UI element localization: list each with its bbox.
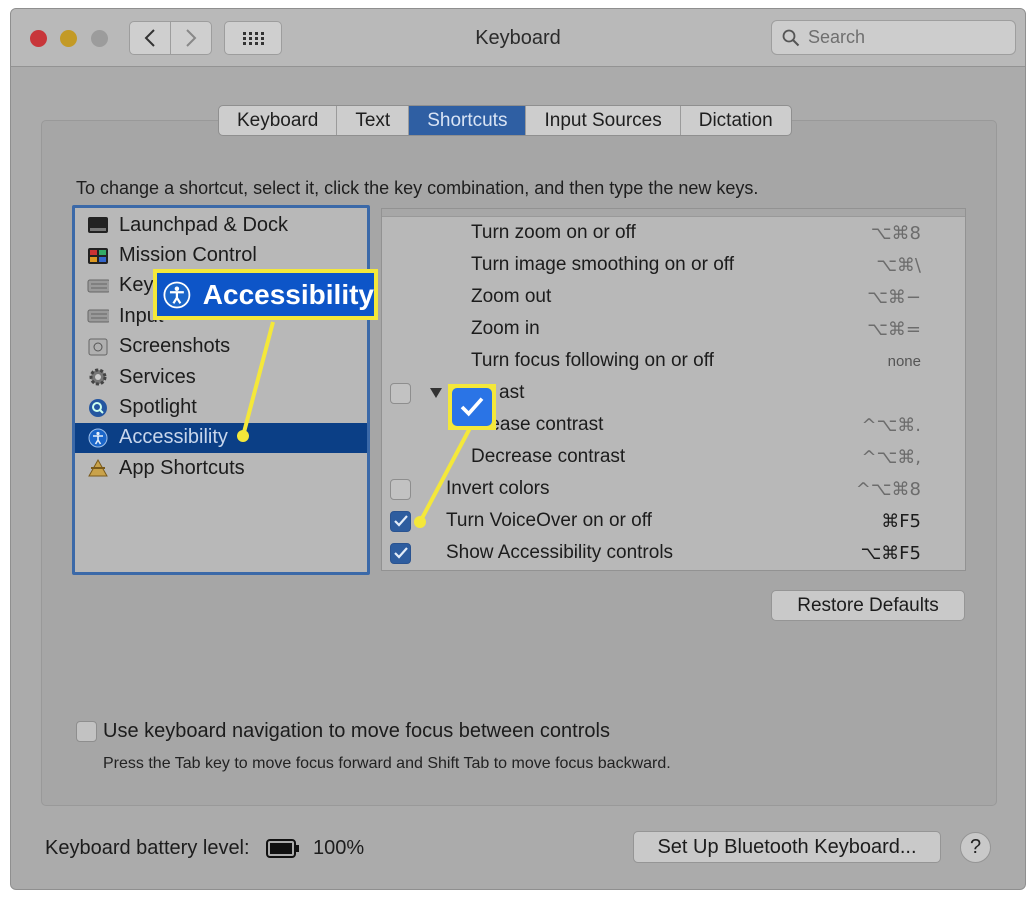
- help-button[interactable]: ?: [960, 832, 991, 863]
- restore-defaults-button[interactable]: Restore Defaults: [771, 590, 965, 621]
- tab-input-sources[interactable]: Input Sources: [526, 106, 681, 135]
- screenshots-icon: [87, 337, 109, 357]
- search-field[interactable]: [771, 20, 1016, 55]
- shortcut-row-image-smoothing[interactable]: Turn image smoothing on or off ⌥⌘\: [382, 249, 965, 281]
- shortcut-label: Turn image smoothing on or off: [471, 254, 734, 275]
- services-gear-icon: [87, 367, 109, 387]
- shortcut-row-turn-zoom[interactable]: Turn zoom on or off ⌥⌘8: [382, 217, 965, 249]
- accessibility-icon: [87, 428, 109, 448]
- shortcut-key[interactable]: ⌥⌘\: [876, 255, 921, 276]
- shortcut-key[interactable]: ⌥⌘=: [867, 319, 921, 340]
- checkbox-callout-inner: [452, 388, 492, 426]
- accessibility-callout-label: Accessibility: [202, 278, 374, 310]
- contrast-group-checkbox[interactable]: [390, 382, 411, 404]
- category-label: Services: [119, 365, 196, 388]
- battery-icon: [266, 839, 299, 858]
- category-list: Launchpad & Dock Mission Control Keyb In…: [72, 205, 370, 575]
- mission-control-icon: [87, 246, 109, 266]
- shortcut-row-invert-colors[interactable]: Invert colors ^⌥⌘8: [382, 473, 965, 505]
- shortcut-label: rease contrast: [483, 414, 604, 435]
- search-input[interactable]: [808, 27, 998, 48]
- shortcut-row-voiceover[interactable]: Turn VoiceOver on or off ⌘F5: [382, 505, 965, 537]
- invert-colors-checkbox[interactable]: [390, 478, 411, 500]
- category-item-spotlight[interactable]: Spotlight: [75, 392, 367, 422]
- shortcut-label: ast: [499, 382, 525, 403]
- category-label: Spotlight: [119, 396, 197, 419]
- tab-dictation[interactable]: Dictation: [681, 106, 791, 135]
- shortcut-row-zoom-out[interactable]: Zoom out ⌥⌘−: [382, 281, 965, 313]
- battery-level-value: 100%: [313, 837, 365, 859]
- battery-level-label: Keyboard battery level:: [45, 837, 250, 859]
- disclosure-triangle-icon[interactable]: [430, 388, 442, 398]
- shortcut-label: Turn focus following on or off: [471, 350, 714, 371]
- shortcut-label: Turn VoiceOver on or off: [446, 510, 652, 531]
- shortcut-key[interactable]: ^⌥⌘8: [856, 479, 921, 500]
- instructions-text: To change a shortcut, select it, click t…: [76, 178, 759, 198]
- shortcut-key[interactable]: none: [888, 353, 921, 370]
- tab-bar: Keyboard Text Shortcuts Input Sources Di…: [218, 105, 792, 136]
- category-item-screenshots[interactable]: Screenshots: [75, 332, 367, 362]
- checkmark-icon: [393, 547, 408, 559]
- title-bar: Keyboard: [11, 9, 1025, 67]
- shortcut-row-decrease-contrast[interactable]: Decrease contrast ^⌥⌘,: [382, 441, 965, 473]
- category-label: Mission Control: [119, 244, 257, 267]
- shortcut-label: Decrease contrast: [471, 446, 626, 467]
- tab-shortcuts[interactable]: Shortcuts: [409, 106, 527, 135]
- keyboard-navigation-checkbox[interactable]: [76, 721, 97, 742]
- launchpad-dock-icon: [87, 215, 109, 235]
- accessibility-callout-inner: Accessibility: [157, 273, 374, 316]
- shortcut-key[interactable]: ^⌥⌘.: [861, 415, 921, 436]
- spotlight-icon: [87, 398, 109, 418]
- tab-text[interactable]: Text: [337, 106, 410, 135]
- checkmark-icon: [460, 397, 484, 417]
- accessibility-icon: [163, 281, 191, 308]
- category-label: Launchpad & Dock: [119, 213, 289, 236]
- keyboard-icon: [87, 276, 109, 296]
- category-item-mission-control[interactable]: Mission Control: [75, 240, 367, 270]
- accessibility-controls-checkbox[interactable]: [390, 542, 411, 564]
- tab-keyboard[interactable]: Keyboard: [219, 106, 338, 135]
- category-item-accessibility[interactable]: Accessibility: [75, 422, 367, 454]
- shortcut-row-zoom-in[interactable]: Zoom in ⌥⌘=: [382, 313, 965, 345]
- category-label: Accessibility: [119, 426, 228, 449]
- checkmark-icon: [393, 515, 408, 527]
- category-label: Screenshots: [119, 335, 231, 358]
- shortcut-label: Zoom out: [471, 286, 552, 307]
- shortcut-key[interactable]: ^⌥⌘,: [861, 447, 921, 468]
- category-item-app-shortcuts[interactable]: App Shortcuts: [75, 453, 367, 483]
- shortcut-key[interactable]: ⌥⌘8: [871, 223, 921, 244]
- shortcut-key[interactable]: ⌘F5: [881, 511, 921, 532]
- shortcut-row-focus-following[interactable]: Turn focus following on or off none: [382, 345, 965, 377]
- app-shortcuts-icon: [87, 458, 109, 478]
- voiceover-checkbox[interactable]: [390, 510, 411, 532]
- category-item-services[interactable]: Services: [75, 362, 367, 392]
- keyboard-preferences-window: Keyboard Keyboard Text Shortcuts Input S…: [10, 8, 1026, 890]
- keyboard-navigation-label[interactable]: Use keyboard navigation to move focus be…: [103, 720, 610, 743]
- shortcut-key[interactable]: ⌥⌘F5: [860, 543, 921, 564]
- checkbox-callout: [448, 384, 496, 430]
- list-top-edge: [382, 209, 965, 217]
- shortcut-label: Invert colors: [446, 478, 550, 499]
- shortcut-label: Turn zoom on or off: [471, 222, 636, 243]
- keyboard-navigation-help: Press the Tab key to move focus forward …: [103, 755, 671, 772]
- accessibility-callout: Accessibility: [153, 269, 378, 320]
- shortcut-label: Zoom in: [471, 318, 540, 339]
- setup-bluetooth-keyboard-button[interactable]: Set Up Bluetooth Keyboard...: [633, 831, 941, 863]
- shortcut-row-accessibility-controls[interactable]: Show Accessibility controls ⌥⌘F5: [382, 537, 965, 569]
- search-icon: [782, 29, 800, 46]
- shortcut-label: Show Accessibility controls: [446, 542, 674, 563]
- category-item-launchpad-dock[interactable]: Launchpad & Dock: [75, 210, 367, 240]
- input-sources-icon: [87, 306, 109, 326]
- shortcut-key[interactable]: ⌥⌘−: [867, 287, 921, 308]
- category-label: App Shortcuts: [119, 456, 245, 479]
